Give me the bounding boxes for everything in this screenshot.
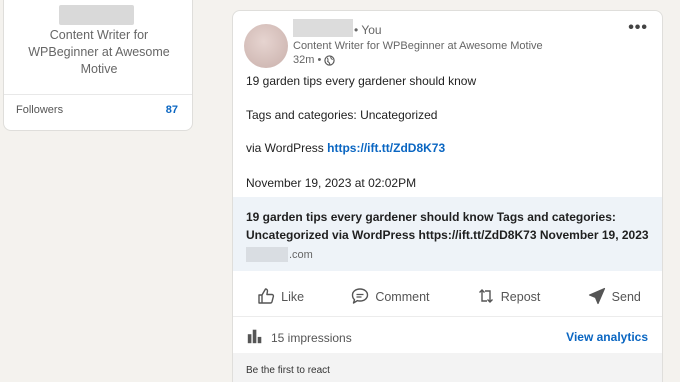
post-date-line: November 19, 2023 at 02:02PM — [246, 176, 417, 190]
via-prefix: via WordPress — [246, 141, 324, 155]
impressions-count: 15 impressions — [271, 330, 352, 345]
followers-row[interactable]: Followers 87 — [16, 104, 178, 116]
post-title-line: 19 garden tips every gardener should kno… — [246, 74, 477, 88]
action-bar: Like Comment Repost Send — [233, 279, 662, 315]
author-name-redacted[interactable] — [293, 19, 353, 37]
divider — [233, 316, 662, 317]
reactions-bar: Be the first to react — [233, 353, 662, 382]
repost-icon — [476, 286, 496, 309]
followers-count[interactable]: 87 — [166, 104, 178, 116]
first-react-text: Be the first to react — [246, 365, 330, 376]
like-button[interactable]: Like — [256, 286, 304, 309]
domain-suffix: .com — [289, 248, 313, 261]
send-button[interactable]: Send — [587, 286, 641, 309]
profile-card: Content Writer for WPBeginner at Awesome… — [3, 0, 193, 131]
followers-label: Followers — [16, 104, 64, 116]
send-icon — [587, 286, 607, 309]
like-label: Like — [281, 290, 305, 304]
link-preview[interactable]: 19 garden tips every gardener should kno… — [233, 197, 662, 271]
domain-redacted — [246, 247, 288, 262]
profile-name-redacted — [59, 5, 134, 25]
author-headline: Content Writer for WPBeginner at Awesome… — [293, 40, 543, 52]
impressions-stat[interactable]: 15 impressions — [246, 327, 352, 348]
thumbs-up-icon — [256, 286, 276, 309]
preview-domain: .com — [246, 247, 313, 262]
comment-button[interactable]: Comment — [350, 286, 430, 309]
post-via-line: via WordPress https://ift.tt/ZdD8K73 — [246, 141, 445, 155]
post-tags-line: Tags and categories: Uncategorized — [246, 108, 438, 122]
send-label: Send — [611, 290, 641, 304]
post-time: 32m • — [293, 54, 322, 66]
post-meta: 32m • — [293, 54, 335, 66]
profile-headline: Content Writer for WPBeginner at Awesome… — [28, 28, 170, 76]
post-link[interactable]: https://ift.tt/ZdD8K73 — [327, 141, 445, 155]
comment-label: Comment — [375, 290, 430, 304]
repost-button[interactable]: Repost — [476, 286, 541, 309]
divider — [4, 94, 192, 95]
avatar[interactable] — [244, 24, 288, 68]
bar-chart-icon — [246, 327, 264, 348]
post-card: • You Content Writer for WPBeginner at A… — [232, 10, 663, 382]
repost-label: Repost — [500, 290, 541, 304]
globe-icon — [324, 54, 335, 66]
comment-icon — [350, 286, 370, 309]
more-options-button[interactable]: ••• — [628, 19, 648, 37]
you-label: • You — [354, 23, 382, 37]
view-analytics-link[interactable]: View analytics — [566, 330, 648, 344]
